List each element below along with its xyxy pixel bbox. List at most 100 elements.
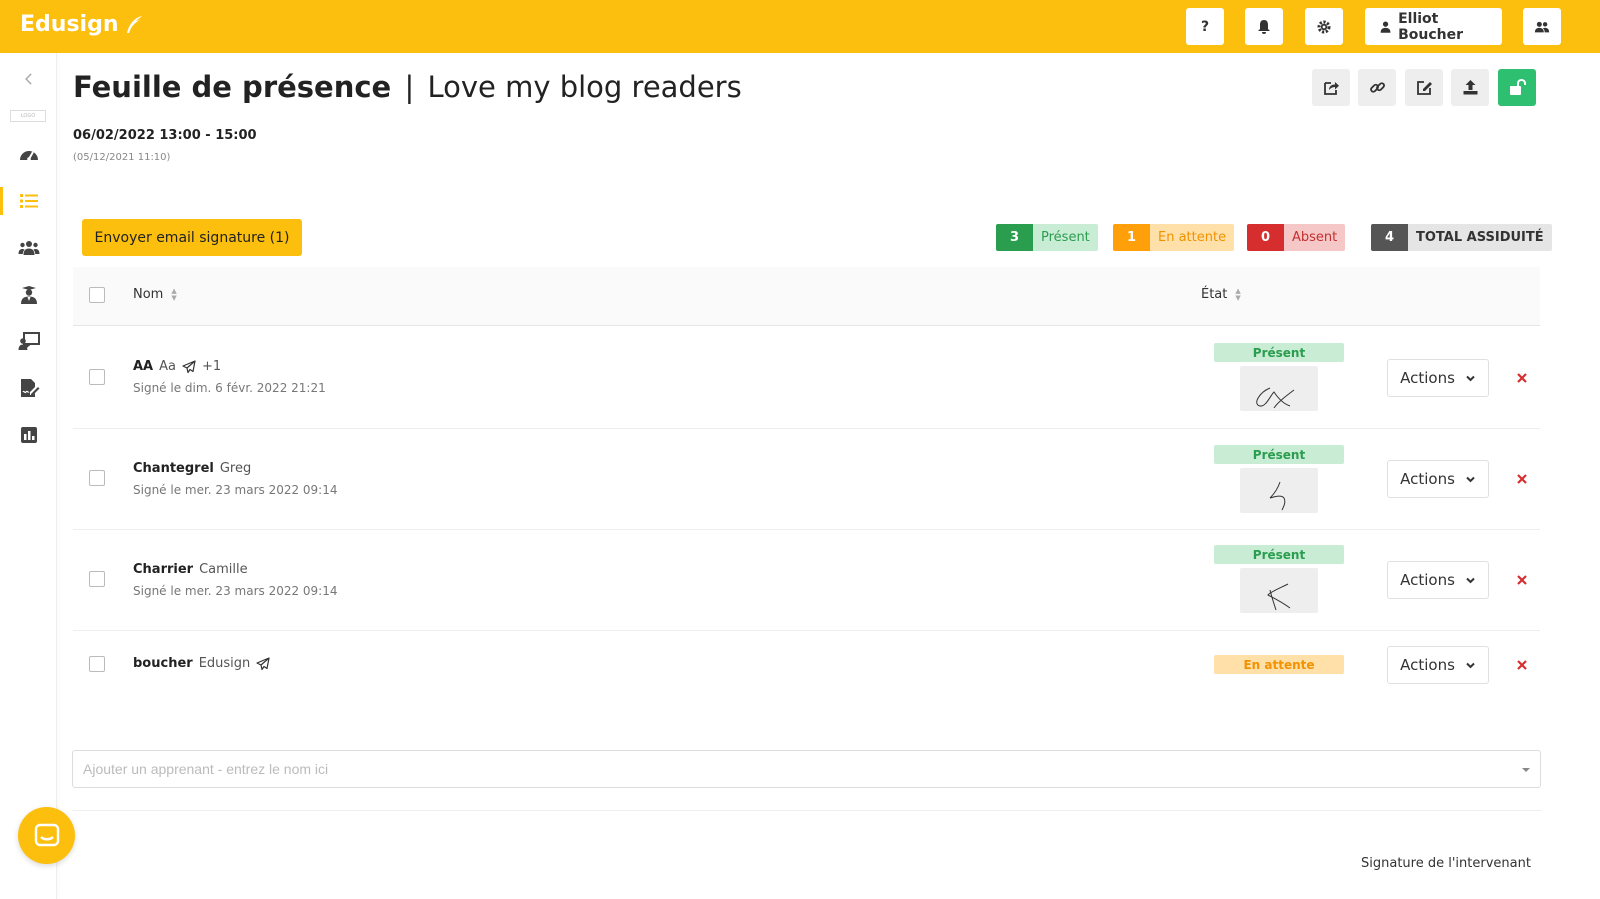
page-title-main: Feuille de présence — [73, 70, 392, 104]
users-icon — [1534, 21, 1550, 32]
add-learner-input[interactable] — [73, 751, 1493, 787]
student-name[interactable]: AA Aa +1 — [133, 359, 221, 374]
notifications-button[interactable] — [1245, 8, 1283, 45]
sidebar-collapse-button[interactable] — [0, 59, 57, 99]
actions-dropdown[interactable]: Actions — [1387, 460, 1489, 498]
actions-dropdown[interactable]: Actions — [1387, 646, 1489, 684]
sidebar-item-sessions[interactable] — [0, 181, 57, 221]
chevron-down-icon — [1466, 476, 1475, 482]
help-icon: ? — [1200, 18, 1210, 35]
chat-icon — [34, 823, 59, 846]
user-menu-button[interactable]: Elliot Boucher — [1365, 8, 1502, 45]
counter-present-count: 3 — [996, 224, 1033, 251]
copy-link-button[interactable] — [1358, 69, 1396, 106]
unlock-button[interactable] — [1498, 69, 1536, 106]
unlock-icon — [1509, 79, 1526, 95]
link-icon — [1369, 82, 1385, 93]
file-signature-icon — [20, 379, 39, 397]
student-first-name: Edusign — [198, 656, 251, 671]
student-first-name: Camille — [199, 562, 248, 577]
close-icon — [1517, 575, 1527, 585]
upload-button[interactable] — [1451, 69, 1489, 106]
student-name[interactable]: Charrier Camille — [133, 562, 248, 577]
delete-button[interactable] — [1514, 471, 1530, 487]
signature-image[interactable] — [1240, 468, 1318, 513]
signed-date: Signé le mer. 23 mars 2022 09:14 — [133, 483, 338, 497]
caret-down-icon — [1522, 768, 1530, 772]
settings-button[interactable] — [1305, 8, 1343, 45]
sidebar-item-classes[interactable] — [0, 321, 57, 361]
sidebar-item-signatures[interactable] — [0, 368, 57, 408]
help-button[interactable]: ? — [1186, 8, 1224, 45]
page-title-separator: | — [404, 70, 415, 104]
chevron-left-icon — [24, 73, 32, 85]
sidebar-item-students[interactable] — [0, 228, 57, 268]
tachometer-icon — [19, 151, 38, 161]
actions-dropdown[interactable]: Actions — [1387, 561, 1489, 599]
sidebar: LOGO — [0, 53, 57, 899]
student-last-name: Chantegrel — [133, 461, 214, 476]
actions-dropdown[interactable]: Actions — [1387, 359, 1489, 397]
edit-button[interactable] — [1405, 69, 1443, 106]
brand-logo[interactable]: Edusign — [20, 12, 144, 37]
upload-icon — [1463, 80, 1477, 95]
signed-date: Signé le mer. 23 mars 2022 09:14 — [133, 584, 338, 598]
status-badge: En attente — [1214, 655, 1344, 674]
counter-total-count: 4 — [1371, 224, 1408, 251]
actions-label: Actions — [1400, 470, 1455, 488]
student-name[interactable]: boucher Edusign — [133, 656, 270, 671]
paper-plane-icon — [182, 359, 196, 373]
brand-name: Edusign — [20, 12, 119, 37]
share-button[interactable] — [1312, 69, 1350, 106]
delete-button[interactable] — [1514, 370, 1530, 386]
sidebar-item-statistics[interactable] — [0, 415, 57, 455]
close-icon — [1517, 660, 1527, 670]
close-icon — [1517, 373, 1527, 383]
add-learner-select[interactable] — [72, 750, 1541, 788]
send-signature-email-button[interactable]: Envoyer email signature (1) — [82, 219, 302, 256]
session-created-date: (05/12/2021 11:10) — [73, 152, 171, 163]
page-title-course: Love my blog readers — [427, 70, 742, 104]
chat-launcher-button[interactable] — [18, 807, 75, 864]
status-badge: Présent — [1214, 343, 1344, 362]
organization-logo: LOGO — [10, 110, 46, 122]
sidebar-item-dashboard[interactable] — [0, 135, 57, 175]
counter-waiting-count: 1 — [1113, 224, 1150, 251]
counter-present[interactable]: 3 Présent — [996, 224, 1098, 251]
column-header-state[interactable]: État ▲ ▼ — [1201, 287, 1241, 302]
actions-label: Actions — [1400, 369, 1455, 387]
signature-drawing — [1269, 481, 1286, 511]
column-header-state-label: État — [1201, 287, 1228, 302]
counter-waiting[interactable]: 1 En attente — [1113, 224, 1235, 251]
edit-icon — [1416, 81, 1432, 95]
table-row: boucher Edusign En attente Actions — [73, 631, 1540, 699]
select-all-checkbox[interactable] — [89, 287, 105, 303]
row-checkbox[interactable] — [89, 470, 105, 486]
counter-absent[interactable]: 0 Absent — [1247, 224, 1346, 251]
column-header-name[interactable]: Nom ▲ ▼ — [133, 287, 177, 302]
delete-button[interactable] — [1514, 572, 1530, 588]
switch-account-button[interactable] — [1523, 8, 1561, 45]
signed-date: Signé le dim. 6 févr. 2022 21:21 — [133, 381, 326, 395]
table-row: Chantegrel Greg Signé le mer. 23 mars 20… — [73, 429, 1540, 530]
session-date: 06/02/2022 13:00 - 15:00 — [73, 128, 257, 143]
student-name[interactable]: Chantegrel Greg — [133, 461, 251, 476]
chalkboard-teacher-icon — [18, 332, 40, 350]
row-checkbox[interactable] — [89, 369, 105, 385]
student-first-name: Greg — [219, 461, 252, 476]
counter-total-label: TOTAL ASSIDUITÉ — [1408, 224, 1552, 251]
signature-image[interactable] — [1240, 366, 1318, 411]
student-last-name: AA — [133, 359, 154, 374]
signature-image[interactable] — [1240, 568, 1318, 613]
counter-absent-count: 0 — [1247, 224, 1284, 251]
counter-total[interactable]: 4 TOTAL ASSIDUITÉ — [1371, 224, 1552, 251]
row-checkbox[interactable] — [89, 656, 105, 672]
paper-plane-icon — [256, 656, 270, 670]
row-checkbox[interactable] — [89, 571, 105, 587]
column-header-name-label: Nom — [133, 287, 164, 302]
table-header: Nom ▲ ▼ État ▲ ▼ — [73, 267, 1540, 326]
delete-button[interactable] — [1514, 657, 1530, 673]
sidebar-item-teachers[interactable] — [0, 275, 57, 315]
actions-label: Actions — [1400, 656, 1455, 674]
chevron-down-icon — [1466, 662, 1475, 668]
